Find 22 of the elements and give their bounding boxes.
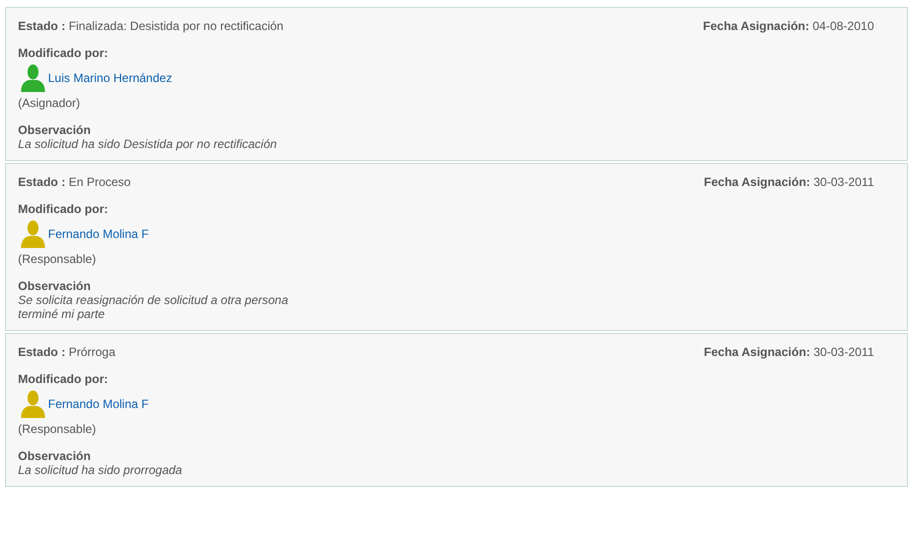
status-text: Estado : Finalizada: Desistida por no rectificación [18, 19, 284, 33]
field-label: Observación [18, 279, 92, 293]
user-link[interactable]: Fernando Molina F [48, 397, 149, 419]
field-label: Observación [18, 449, 92, 463]
observation-text: Se solicita reasignación de solicitud a otra persona [18, 293, 290, 307]
role-text: (Responsable) [18, 252, 98, 266]
role-text: (Responsable) [18, 422, 98, 436]
user-link[interactable]: Fernando Molina F [48, 227, 149, 249]
observation-text: terminé mi parte [18, 307, 106, 321]
status-text: Estado : Prórroga [18, 345, 116, 359]
field-label: Modificado por: [18, 202, 109, 216]
field-label: Observación [18, 123, 92, 137]
observation-text: La solicitud ha sido Desistida por no rectificación [18, 137, 278, 151]
date-text: Fecha Asignación: 04-08-2010 [703, 19, 874, 33]
user-link[interactable]: Luis Marino Hernández [48, 71, 172, 93]
field-label: Modificado por: [18, 372, 109, 386]
observation-text: La solicitud ha sido prorrogada [18, 463, 184, 477]
date-text: Fecha Asignación: 30-03-2011 [704, 175, 874, 189]
field-label: Modificado por: [18, 46, 109, 60]
status-text: Estado : En Proceso [18, 175, 131, 189]
role-text: (Asignador) [18, 96, 82, 110]
date-text: Fecha Asignación: 30-03-2011 [704, 345, 874, 359]
